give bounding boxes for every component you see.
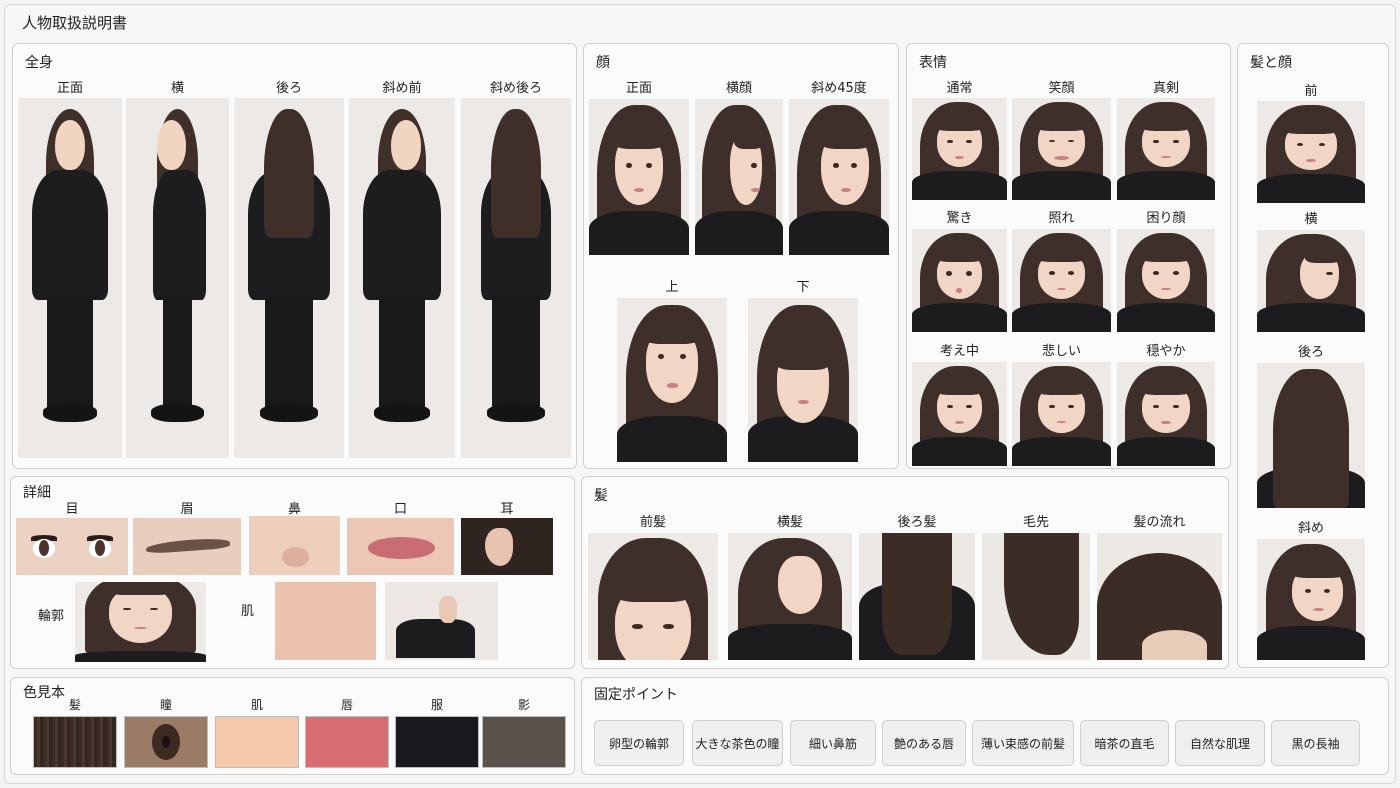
expr-smile-photo (1012, 98, 1111, 200)
hair-label-bangs: 前髪 (639, 515, 666, 530)
expr-calm-photo (1117, 362, 1215, 466)
expr-thinking-photo (912, 362, 1007, 466)
swatch-lips (305, 716, 389, 768)
detail-ear-photo (461, 518, 553, 575)
hair-side-photo (728, 533, 852, 660)
detail-label-ears: 耳 (500, 502, 514, 517)
hair-face-front-photo (1257, 101, 1365, 203)
expr-label-smile: 笑顔 (1048, 81, 1075, 96)
expr-label-troubled: 困り顔 (1146, 211, 1186, 226)
expr-surprised-photo (912, 229, 1007, 332)
full-body-title: 全身 (25, 55, 53, 71)
full-body-side-photo (126, 98, 229, 458)
hair-face-back-photo (1257, 363, 1365, 508)
expr-label-serious: 真剣 (1152, 81, 1179, 96)
face-down-photo (748, 298, 858, 462)
page-title: 人物取扱説明書 (22, 14, 128, 32)
hair-face-title: 髪と顔 (1250, 55, 1292, 71)
expr-shy-photo (1012, 229, 1111, 332)
expr-label-thinking: 考え中 (939, 344, 979, 359)
full-body-front-photo (18, 98, 122, 458)
detail-hand-photo (385, 582, 498, 660)
face-label-front: 正面 (625, 81, 652, 96)
swatch-hair (33, 716, 117, 768)
full-body-diag-back-photo (461, 98, 571, 458)
hair-face-label-side: 横 (1304, 212, 1318, 227)
detail-label-eyes: 目 (65, 502, 79, 517)
expr-serious-photo (1117, 98, 1215, 200)
hair-back-photo (859, 533, 975, 660)
key-point-chip: 卵型の輪郭 (594, 720, 684, 766)
full-body-label-back: 後ろ (275, 81, 302, 96)
expr-sad-photo (1012, 362, 1111, 466)
hair-tips-photo (982, 533, 1090, 660)
swatch-label-skin: 肌 (250, 698, 263, 712)
swatch-shadow (482, 716, 566, 768)
swatch-label-clothes: 服 (430, 698, 443, 712)
face-45deg-photo (789, 99, 889, 255)
full-body-label-side: 横 (170, 81, 184, 96)
detail-label-mouth: 口 (393, 502, 407, 517)
detail-label-skin: 肌 (241, 604, 255, 619)
detail-contour-photo (75, 582, 206, 662)
expr-normal-photo (912, 98, 1007, 200)
detail-label-brows: 眉 (180, 502, 194, 517)
face-label-profile: 横顔 (725, 81, 752, 96)
face-profile-photo (695, 99, 783, 255)
expr-label-surprised: 驚き (946, 211, 973, 226)
full-body-label-front: 正面 (56, 81, 83, 96)
full-body-label-diag-front: 斜め前 (382, 81, 422, 96)
hair-face-diag-photo (1257, 539, 1365, 660)
expressions-title: 表情 (919, 55, 947, 71)
face-title: 顔 (596, 55, 610, 71)
hair-face-label-front: 前 (1304, 84, 1318, 99)
expr-label-calm: 穏やか (1146, 344, 1186, 359)
key-point-chip: 細い鼻筋 (790, 720, 876, 766)
hair-label-back: 後ろ髪 (897, 515, 937, 530)
face-label-down: 下 (796, 280, 810, 295)
expr-troubled-photo (1117, 229, 1215, 332)
swatch-label-eye: 瞳 (159, 698, 172, 712)
hair-face-label-diag: 斜め (1297, 521, 1324, 536)
hair-title: 髪 (594, 488, 608, 504)
full-body-label-diag-back: 斜め後ろ (489, 81, 542, 96)
hair-face-side-photo (1257, 230, 1365, 332)
face-label-up: 上 (665, 280, 679, 295)
face-up-photo (617, 298, 727, 462)
swatch-label-lips: 唇 (340, 698, 353, 712)
key-point-chip: 薄い束感の前髪 (972, 720, 1074, 766)
hair-label-side: 横髪 (776, 515, 803, 530)
key-point-chip: 自然な肌理 (1175, 720, 1265, 766)
hair-face-label-back: 後ろ (1297, 345, 1324, 360)
key-points-title: 固定ポイント (594, 687, 678, 703)
detail-nose-photo (249, 516, 340, 575)
swatch-skin (215, 716, 299, 768)
key-point-chip: 艶のある唇 (882, 720, 966, 766)
detail-brows-photo (133, 518, 241, 575)
face-front-photo (589, 99, 689, 255)
hair-label-flow: 髪の流れ (1133, 515, 1186, 530)
swatch-clothes (395, 716, 479, 768)
swatch-label-hair: 髪 (68, 698, 81, 712)
detail-skin-photo (275, 582, 376, 660)
key-point-chip: 暗茶の直毛 (1080, 720, 1169, 766)
hair-bangs-photo (588, 533, 718, 660)
full-body-diag-front-photo (349, 98, 455, 458)
swatch-eye (124, 716, 208, 768)
swatch-label-shadow: 影 (517, 698, 530, 712)
detail-label-nose: 鼻 (287, 502, 301, 517)
key-point-chip: 大きな茶色の瞳 (692, 720, 783, 766)
detail-eyes-photo (16, 518, 128, 575)
detail-lips-photo (347, 518, 454, 575)
hair-flow-photo (1097, 533, 1222, 660)
full-body-back-photo (234, 98, 344, 458)
expr-label-normal: 通常 (946, 81, 973, 96)
detail-label-contour: 輪郭 (38, 609, 65, 624)
hair-label-tips: 毛先 (1022, 515, 1049, 530)
expr-label-shy: 照れ (1048, 211, 1075, 226)
key-point-chip: 黒の長袖 (1271, 720, 1360, 766)
face-label-45deg: 斜め45度 (811, 81, 867, 96)
expr-label-sad: 悲しい (1041, 344, 1081, 359)
